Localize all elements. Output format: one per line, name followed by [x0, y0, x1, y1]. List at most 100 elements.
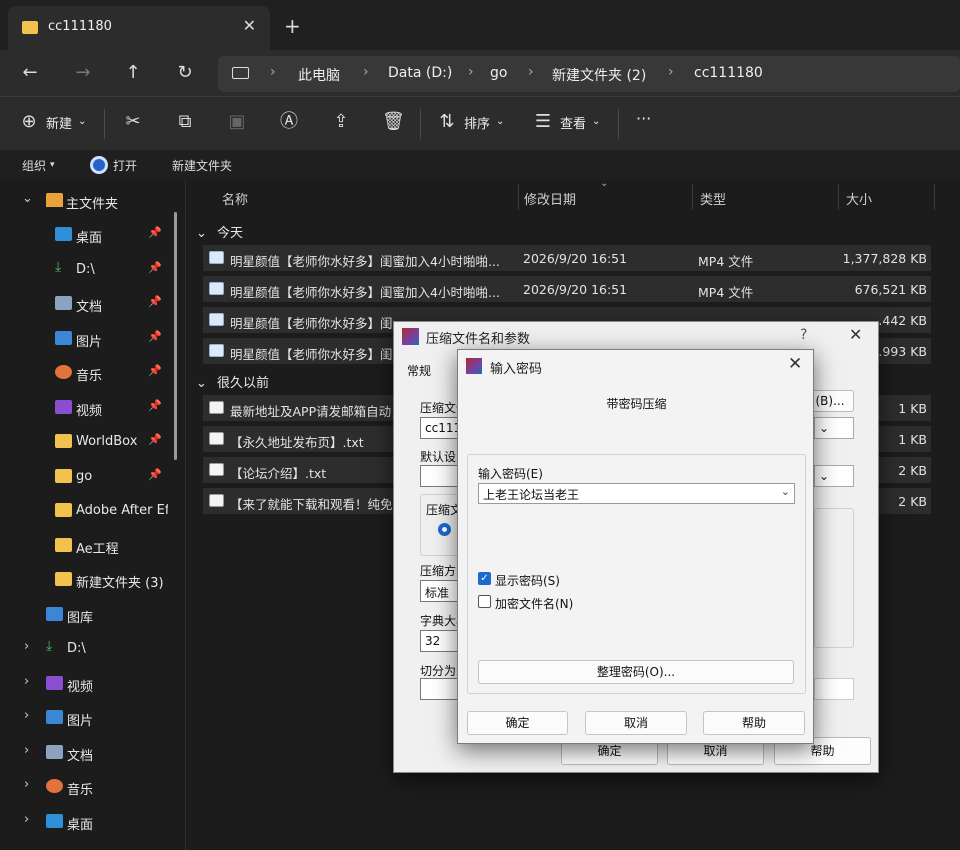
close-icon[interactable]: ✕: [849, 325, 862, 344]
sidebar-item-home[interactable]: ⌄ 主文件夹: [0, 187, 186, 215]
breadcrumb-new-folder-2[interactable]: 新建文件夹 (2): [552, 65, 646, 85]
file-row[interactable]: 明星颜值【老师你水好多】闺蜜加入4小时啪啪... 2026/9/20 16:51…: [203, 245, 931, 271]
sort-indicator-icon: ⌄: [600, 178, 609, 189]
sidebar-item-gallery[interactable]: 图库: [0, 601, 170, 629]
open-icon: [90, 156, 108, 174]
help-button[interactable]: 帮助: [703, 711, 805, 735]
profile-field[interactable]: [420, 465, 460, 487]
params-field[interactable]: [814, 678, 854, 700]
split-field[interactable]: [420, 678, 460, 700]
organize-button[interactable]: 组织: [22, 157, 46, 174]
archive-name-dropdown[interactable]: ⌄: [814, 417, 854, 439]
delete-icon[interactable]: 🗑: [382, 111, 405, 133]
folder-icon: [55, 538, 72, 552]
password-input[interactable]: 上老王论坛当老王 ⌄: [478, 483, 795, 504]
divider: [618, 109, 619, 139]
pin-icon: 📌: [148, 261, 162, 274]
desktop-icon: [46, 814, 63, 828]
folder-icon: [55, 572, 72, 586]
sidebar-item-pictures-tree[interactable]: › 图片: [0, 704, 170, 732]
more-options-icon[interactable]: ···: [636, 109, 651, 128]
winrar-icon: [466, 358, 482, 374]
dictionary-field[interactable]: 32: [420, 630, 460, 652]
sidebar-item-pictures[interactable]: 图片 📌: [0, 325, 170, 353]
close-icon[interactable]: ✕: [788, 354, 802, 374]
share-icon[interactable]: ⇪: [330, 111, 352, 133]
breadcrumb-go[interactable]: go: [490, 65, 507, 81]
sidebar-item-worldbox[interactable]: WorldBox 📌: [0, 428, 170, 456]
cancel-button[interactable]: 取消: [585, 711, 687, 735]
chevron-down-icon[interactable]: ⌄: [781, 485, 790, 498]
column-header-name[interactable]: 名称: [222, 189, 248, 208]
new-button[interactable]: 新建: [46, 113, 72, 132]
file-size: 2 KB: [898, 463, 927, 478]
sidebar-item-documents-tree[interactable]: › 文档: [0, 739, 170, 767]
group-header-long-ago[interactable]: ⌄ 很久以前: [196, 372, 269, 391]
winrar-icon: [402, 328, 419, 345]
refresh-icon[interactable]: ↻: [172, 60, 198, 86]
column-header-type[interactable]: 类型: [700, 189, 726, 208]
sort-button[interactable]: 排序: [464, 113, 490, 132]
group-header-today[interactable]: ⌄ 今天: [196, 222, 243, 241]
breadcrumb-this-pc[interactable]: 此电脑: [298, 65, 340, 85]
sidebar-item-desktop[interactable]: 桌面 📌: [0, 221, 170, 249]
sidebar-item-new-folder-3[interactable]: 新建文件夹 (3): [0, 566, 170, 594]
sidebar-item-documents[interactable]: 文档 📌: [0, 290, 170, 318]
sidebar-item-videos-tree[interactable]: › 视频: [0, 670, 170, 698]
tab-close-icon[interactable]: ✕: [243, 16, 256, 35]
encrypt-filenames-label[interactable]: 加密文件名(N): [495, 595, 573, 612]
help-icon[interactable]: ?: [800, 327, 807, 343]
divider: [692, 184, 693, 210]
rename-icon[interactable]: Ⓐ: [278, 111, 300, 133]
gallery-icon: [46, 607, 63, 621]
show-password-checkbox[interactable]: ✓: [478, 572, 491, 585]
file-row[interactable]: 明星颜值【老师你水好多】闺蜜加入4小时啪啪... 2026/9/20 16:51…: [203, 276, 931, 302]
breadcrumb-current[interactable]: cc111180: [694, 65, 763, 81]
profile-dropdown[interactable]: ⌄: [814, 465, 854, 487]
paste-icon[interactable]: ▣: [226, 111, 248, 133]
sidebar-item-music-tree[interactable]: › 音乐: [0, 773, 170, 801]
new-folder-button[interactable]: 新建文件夹: [172, 157, 232, 174]
forward-icon[interactable]: →: [70, 60, 96, 86]
group-label: 今天: [217, 226, 244, 241]
chevron-down-icon: ⌄: [496, 116, 505, 127]
chevron-right-icon: ›: [24, 743, 30, 758]
video-icon: [55, 400, 72, 414]
dialog-title: 压缩文件名和参数: [426, 332, 531, 347]
show-password-label[interactable]: 显示密码(S): [495, 572, 560, 589]
sidebar-item-music[interactable]: 音乐 📌: [0, 359, 170, 387]
sidebar-scrollbar[interactable]: [174, 212, 177, 460]
pin-icon: 📌: [148, 468, 162, 481]
music-icon: [46, 779, 63, 793]
new-tab-button[interactable]: +: [284, 14, 301, 38]
format-radio[interactable]: [438, 523, 451, 536]
up-icon[interactable]: ↑: [120, 60, 146, 86]
column-header-date[interactable]: 修改日期: [524, 189, 576, 208]
column-header-size[interactable]: 大小: [846, 189, 872, 208]
ok-button[interactable]: 确定: [467, 711, 568, 735]
chevron-down-icon: ⌄: [196, 226, 207, 241]
sidebar-item-go[interactable]: go 📌: [0, 463, 170, 491]
sidebar-item-drive-d-tree[interactable]: › ⤓ D:\: [0, 635, 170, 663]
address-bar[interactable]: › 此电脑 › Data (D:) › go › 新建文件夹 (2) › cc1…: [218, 56, 960, 92]
chevron-down-icon: ▾: [50, 160, 55, 170]
breadcrumb-drive[interactable]: Data (D:): [388, 65, 452, 81]
copy-icon[interactable]: ⧉: [174, 111, 196, 133]
tab-title: cc111180: [48, 19, 112, 34]
sidebar-item-videos[interactable]: 视频 📌: [0, 394, 170, 422]
document-icon: [55, 296, 72, 310]
cut-icon[interactable]: ✂: [122, 111, 144, 133]
encrypt-filenames-checkbox[interactable]: [478, 595, 491, 608]
chevron-down-icon: ⌄: [78, 116, 87, 127]
sidebar-item-ae-projects[interactable]: Ae工程: [0, 532, 170, 560]
view-button[interactable]: 查看: [560, 113, 586, 132]
open-button[interactable]: 打开: [113, 157, 137, 174]
sidebar-item-adobe-after-effects[interactable]: Adobe After Ef: [0, 497, 168, 525]
sidebar-item-desktop-tree[interactable]: › 桌面: [0, 808, 170, 836]
tab-current-folder[interactable]: cc111180 ✕: [8, 6, 270, 50]
organize-passwords-button[interactable]: 整理密码(O)...: [478, 660, 794, 684]
tab-general[interactable]: 常规: [407, 362, 431, 379]
sidebar-item-drive-d[interactable]: ⤓ D:\ 📌: [0, 256, 170, 284]
back-icon[interactable]: ←: [17, 60, 43, 86]
method-field[interactable]: 标准: [420, 580, 460, 602]
